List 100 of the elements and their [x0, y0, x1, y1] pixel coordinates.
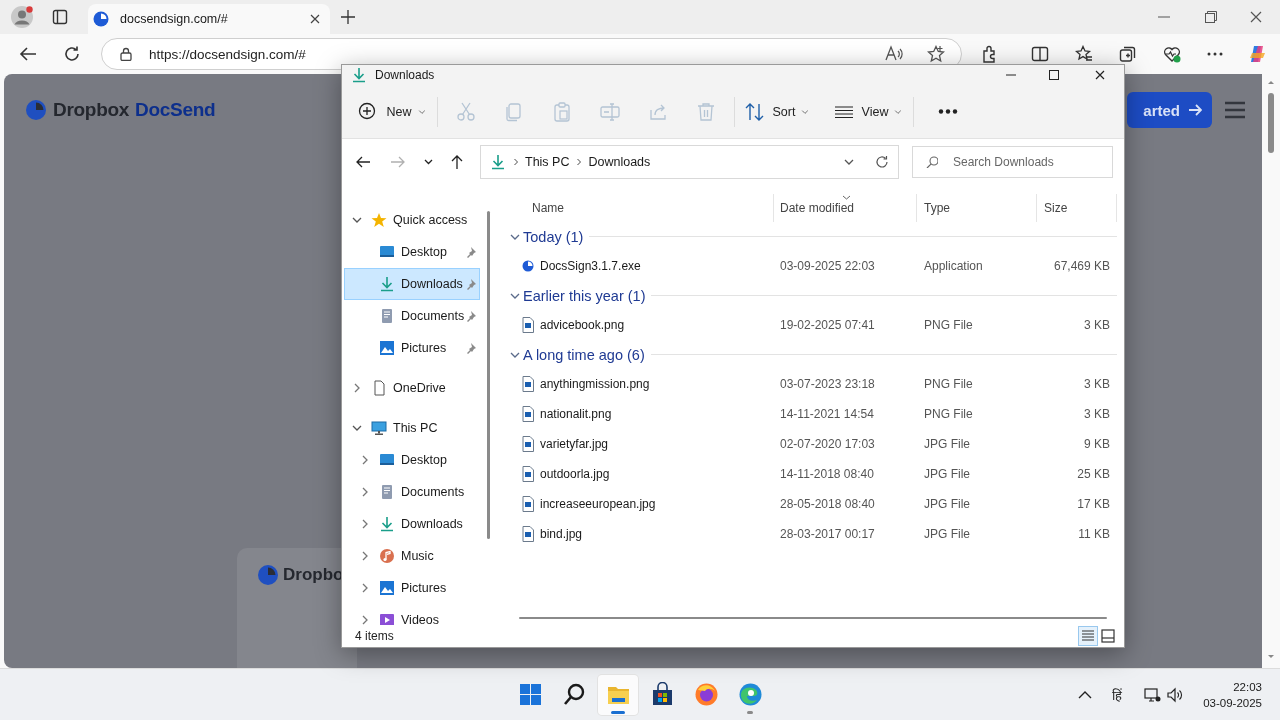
image-file-icon [522, 376, 534, 392]
group-header[interactable]: Today (1) [509, 224, 590, 249]
tab-actions-icon[interactable] [52, 9, 68, 25]
table-cell-text: 03-09-2025 22:03 [779, 259, 876, 273]
table-cell-text: 25 KB [1076, 467, 1111, 481]
file-name[interactable]: bind.jpg [540, 527, 583, 541]
clock[interactable]: 22:03 03-09-2025 [1203, 678, 1262, 711]
nav-item[interactable]: Downloads [344, 268, 480, 300]
download-icon [490, 154, 506, 170]
new-button[interactable]: New [353, 93, 433, 130]
pin-icon[interactable] [465, 246, 477, 258]
group-header[interactable]: A long time ago (6) [509, 342, 651, 367]
tiles-view-button[interactable] [1098, 626, 1118, 646]
file-name[interactable]: varietyfar.jpg [540, 437, 609, 451]
table-cell-text: 9 KB [1083, 437, 1111, 451]
file-name[interactable]: outdoorla.jpg [540, 467, 610, 481]
nav-item[interactable]: Pictures [344, 332, 480, 364]
logo-text: DocSend [135, 99, 216, 121]
group-header[interactable]: Earlier this year (1) [509, 283, 652, 308]
column-header[interactable]: Size [1037, 194, 1117, 222]
nav-item[interactable]: Downloads [344, 508, 480, 540]
split-screen-icon[interactable] [1031, 45, 1049, 63]
chevron-down-icon [423, 159, 433, 165]
restore-icon[interactable] [1205, 11, 1217, 23]
download-icon [379, 276, 395, 292]
pin-icon[interactable] [465, 342, 477, 354]
breadcrumb-item[interactable]: This PC [525, 155, 570, 169]
heart-pulse-icon[interactable] [1163, 45, 1181, 63]
nav-item[interactable]: Music [344, 540, 480, 572]
picture-icon [379, 340, 395, 356]
column-header[interactable]: Type [917, 194, 1037, 222]
details-view-button[interactable] [1078, 626, 1098, 646]
table-cell-text: JPG File [923, 527, 971, 541]
back-icon[interactable] [19, 45, 37, 63]
favorites-icon[interactable] [1075, 45, 1093, 63]
scroll-up-icon[interactable] [1267, 79, 1275, 85]
menu-icon[interactable] [1225, 100, 1245, 120]
pin-icon[interactable] [465, 310, 477, 322]
close-icon[interactable] [1095, 70, 1105, 80]
file-name[interactable]: DocsSign3.1.7.exe [540, 259, 641, 273]
network-icon[interactable] [1144, 686, 1162, 703]
file-icon [371, 380, 387, 396]
search-field[interactable]: Search Downloads [912, 146, 1113, 178]
table-cell-text: PNG File [923, 318, 974, 332]
new-tab-icon[interactable] [341, 10, 355, 24]
logo-icon [25, 99, 47, 121]
table-cell-text: 3 KB [1083, 407, 1111, 421]
table-cell-text: JPG File [923, 437, 971, 451]
nav-item[interactable]: Documents [344, 476, 480, 508]
table-cell-text: 14-11-2018 08:40 [779, 467, 875, 481]
nav-item[interactable]: This PC [344, 412, 480, 444]
image-file-icon [522, 526, 534, 542]
scrollbar-thumb[interactable] [519, 617, 1107, 619]
nav-item[interactable]: Desktop [344, 444, 480, 476]
sort-arrows-icon [744, 101, 765, 122]
input-language[interactable]: हिं [1112, 685, 1123, 704]
browser-tab[interactable]: docsendsign.com/# [88, 4, 330, 34]
file-name[interactable]: nationalit.png [540, 407, 612, 421]
chevron-up-icon[interactable] [1078, 689, 1093, 700]
back-arrow-icon [355, 154, 371, 170]
scrollbar-thumb[interactable] [1268, 93, 1274, 153]
scissors-icon [456, 101, 476, 122]
collections-icon[interactable] [1119, 45, 1137, 63]
nav-item[interactable]: OneDrive [344, 372, 480, 404]
favorite-star-icon[interactable] [927, 45, 945, 63]
nav-item[interactable]: Quick access [344, 204, 480, 236]
sort-button[interactable]: Sort [739, 93, 817, 130]
app-icon [522, 260, 534, 272]
scroll-down-icon[interactable] [1267, 654, 1275, 660]
maximize-icon[interactable] [1049, 70, 1059, 80]
profile-icon[interactable] [10, 5, 34, 29]
get-started-button[interactable]: arted [1127, 92, 1212, 128]
download-icon [379, 516, 395, 532]
file-name[interactable]: advicebook.png [540, 318, 625, 332]
volume-icon[interactable] [1167, 686, 1184, 703]
trash-icon [696, 101, 716, 122]
desktop-icon [379, 244, 395, 260]
table-cell-text: 14-11-2021 14:54 [779, 407, 875, 421]
scrollbar-thumb[interactable] [486, 211, 490, 539]
refresh-icon[interactable] [875, 155, 889, 169]
nav-item[interactable]: Desktop [344, 236, 480, 268]
forward-arrow-icon [390, 154, 406, 170]
start-icon [517, 682, 543, 707]
nav-item[interactable]: Pictures [344, 572, 480, 604]
breadcrumb-item[interactable]: Downloads [588, 155, 651, 169]
file-name[interactable]: increaseeuropean.jpg [540, 497, 656, 511]
copilot-icon[interactable] [1248, 44, 1268, 64]
column-header[interactable]: Date modified [774, 194, 917, 222]
pin-icon[interactable] [465, 278, 477, 290]
nav-item[interactable]: Documents [344, 300, 480, 332]
close-icon[interactable] [1250, 11, 1262, 23]
column-header[interactable]: Name [501, 194, 774, 222]
file-name[interactable]: anythingmission.png [540, 377, 650, 391]
address-bar[interactable]: This PC Downloads [480, 145, 899, 179]
view-button[interactable]: View [829, 93, 909, 130]
up-arrow-icon [449, 154, 465, 170]
read-aloud-icon[interactable] [885, 45, 903, 63]
lock-icon[interactable] [119, 47, 133, 61]
close-icon[interactable] [310, 14, 320, 24]
reload-icon[interactable] [63, 45, 81, 63]
